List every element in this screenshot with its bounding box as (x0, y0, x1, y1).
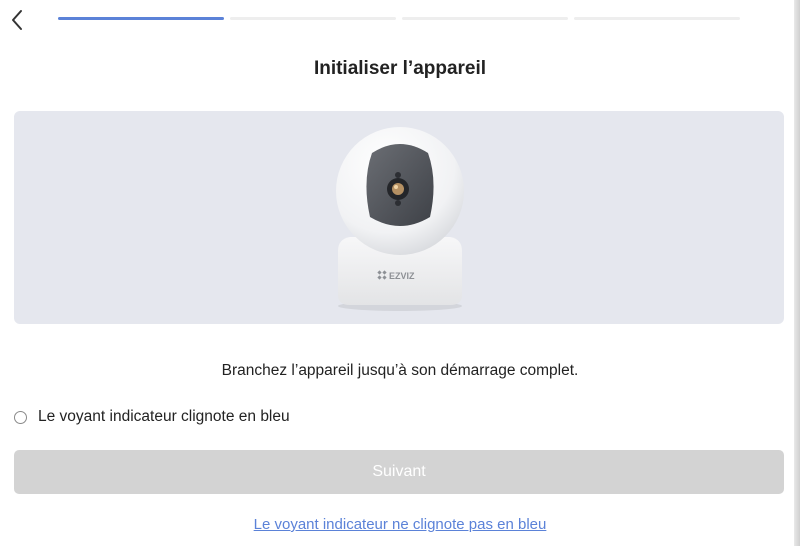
progress-step-1 (58, 17, 224, 20)
instruction-text: Branchez l’appareil jusqu’à son démarrag… (221, 362, 579, 379)
led-not-blinking-link[interactable]: Le voyant indicateur ne clignote pas en … (0, 516, 800, 533)
back-button[interactable] (6, 8, 28, 32)
page-title: Initialiser l’appareil (313, 58, 487, 79)
radio-button[interactable] (14, 410, 27, 424)
chevron-left-icon (12, 10, 22, 30)
progress-step-2 (230, 17, 396, 20)
progress-step-3 (402, 17, 568, 20)
progress-step-4 (574, 17, 740, 20)
camera-illustration: EZVIZ (336, 127, 464, 311)
brand-logo: EZVIZ (389, 271, 415, 281)
next-button[interactable]: Suivant (14, 450, 784, 494)
device-image-card: EZVIZ (14, 111, 784, 324)
led-blinking-option[interactable]: Le voyant indicateur clignote en bleu (14, 408, 290, 426)
window-edge (794, 0, 800, 546)
progress-indicator (58, 17, 740, 20)
led-blinking-label: Le voyant indicateur clignote en bleu (38, 408, 290, 425)
